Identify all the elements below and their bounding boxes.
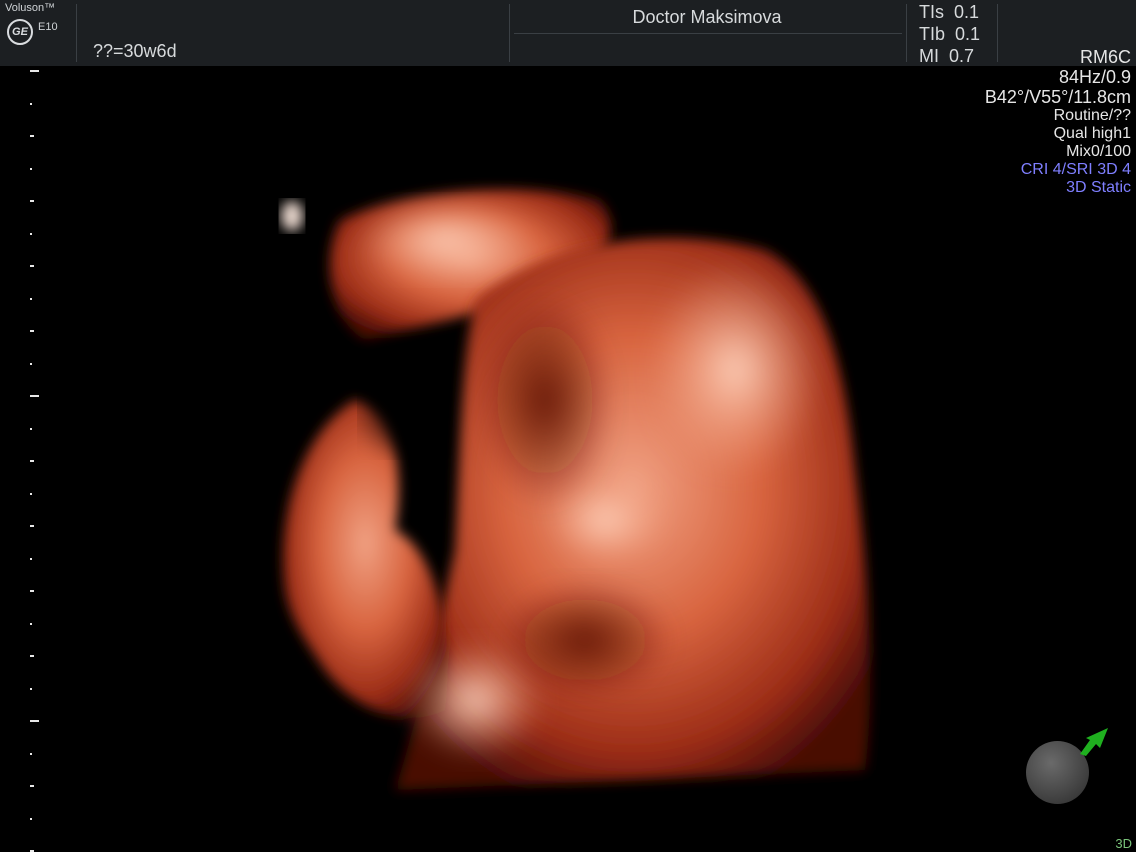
scale-tick	[30, 427, 32, 430]
scale-tick	[30, 135, 34, 137]
scale-tick	[30, 687, 32, 690]
depth-scale	[0, 66, 60, 852]
scale-tick	[30, 297, 32, 300]
scale-tick	[30, 752, 32, 755]
quality-label: Qual high1	[1053, 125, 1131, 142]
index-mi: MI 0.7	[919, 46, 975, 66]
parameter-panel: RM6C 84Hz/0.9 B42°/V55°/11.8cm Routine/?…	[985, 47, 1131, 197]
header-divider	[906, 4, 907, 62]
scale-tick	[30, 395, 39, 397]
gap-shadow	[365, 350, 445, 450]
mode-static-label: 3D Static	[1066, 179, 1131, 196]
scale-tick	[30, 785, 34, 787]
scale-tick	[30, 817, 32, 820]
header-divider	[514, 33, 902, 34]
scale-tick	[30, 330, 34, 332]
particle	[281, 201, 303, 231]
index-tib: TIb 0.1	[919, 24, 981, 44]
scale-tick	[30, 720, 39, 722]
arm-highlight	[355, 200, 535, 280]
scale-tick	[30, 590, 34, 592]
mouth-shadow	[495, 580, 675, 700]
scale-tick	[30, 492, 32, 495]
scale-tick	[30, 362, 32, 365]
scale-tick	[30, 102, 32, 105]
brand-block: Voluson™ GE E10	[0, 0, 76, 66]
frequency-label: 84Hz/0.9	[1058, 67, 1131, 87]
preset-label: Routine/??	[1053, 107, 1131, 124]
eye-shadow	[475, 290, 615, 510]
scale-tick	[30, 460, 34, 462]
scale-tick	[30, 622, 32, 625]
probe-label: RM6C	[1079, 47, 1131, 67]
scale-tick	[30, 265, 34, 267]
gestational-age: ??=30w6d	[93, 41, 177, 61]
scale-tick	[30, 167, 32, 170]
ge-logo-icon: GE	[7, 19, 33, 45]
header-bar: Voluson™ GE E10 ??=30w6d Doctor Maksimov…	[0, 0, 1136, 66]
scale-tick	[30, 70, 39, 72]
orientation-arrow-icon	[1080, 728, 1108, 756]
angles-label: B42°/V55°/11.8cm	[984, 87, 1131, 107]
index-tis: TIs 0.1	[919, 2, 980, 22]
brand-name: Voluson™	[5, 2, 56, 14]
scale-tick	[30, 655, 34, 657]
mode-3d-label: 3D	[1115, 836, 1132, 851]
forehead-highlight	[645, 260, 825, 480]
model-label: E10	[38, 21, 58, 33]
scale-tick	[30, 232, 32, 235]
scale-tick	[30, 200, 34, 202]
header-divider	[509, 4, 510, 62]
doctor-name: Doctor Maksimova	[632, 7, 782, 27]
cri-label: CRI 4/SRI 3D 4	[1020, 161, 1131, 178]
mix-label: Mix0/100	[1066, 143, 1131, 160]
scale-tick	[30, 525, 34, 527]
scale-tick	[30, 557, 32, 560]
header-divider	[76, 4, 77, 62]
fetal-3d-render	[281, 189, 871, 790]
